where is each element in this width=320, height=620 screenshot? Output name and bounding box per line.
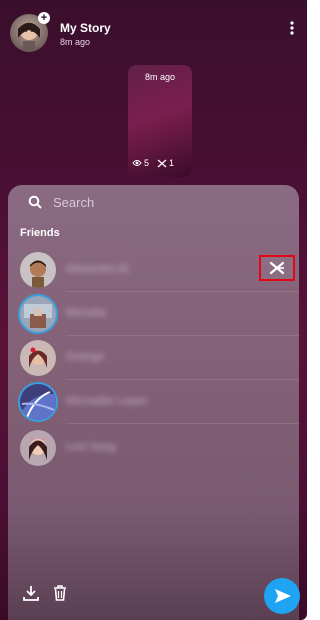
story-header: + My Story 8m ago xyxy=(0,0,307,60)
list-item[interactable]: Morrelia xyxy=(8,292,299,336)
story-time: 8m ago xyxy=(60,37,91,47)
friends-heading: Friends xyxy=(20,227,60,239)
list-item[interactable]: Alexandra M. xyxy=(8,248,299,292)
avatar xyxy=(20,252,56,288)
avatar xyxy=(20,430,56,466)
avatar xyxy=(20,296,56,332)
screenshots-count: 1 xyxy=(169,158,175,168)
list-item[interactable]: Rodrigo xyxy=(8,336,299,380)
send-arrow-icon xyxy=(275,589,291,603)
download-icon[interactable] xyxy=(22,584,40,602)
screenshot-icon xyxy=(157,159,167,167)
bottom-toolbar xyxy=(8,560,300,620)
divider xyxy=(66,423,299,424)
views-stat: 5 xyxy=(132,158,149,168)
friend-name: Morrelia xyxy=(66,307,106,319)
eye-icon xyxy=(132,160,142,166)
screenshot-indicator[interactable] xyxy=(259,255,295,281)
screenshot-icon xyxy=(269,261,285,275)
search-bar[interactable]: Search xyxy=(8,185,299,219)
list-item[interactable]: Mercedes Lopez xyxy=(8,380,299,424)
trash-icon[interactable] xyxy=(52,584,68,602)
story-viewer-screen: + My Story 8m ago 8m ago 5 1 Search Frie… xyxy=(0,0,311,620)
friend-name: Mercedes Lopez xyxy=(66,395,148,407)
avatar xyxy=(20,340,56,376)
search-icon xyxy=(28,195,42,209)
thumbnail-stats: 5 1 xyxy=(132,158,192,168)
send-button[interactable] xyxy=(264,578,300,614)
list-item[interactable]: Leni Sang xyxy=(8,426,299,470)
avatar xyxy=(20,384,56,420)
friend-name: Rodrigo xyxy=(66,351,105,363)
search-input[interactable]: Search xyxy=(53,195,94,210)
more-vertical-icon[interactable] xyxy=(286,20,298,36)
story-title: My Story xyxy=(60,21,111,35)
friend-name: Alexandra M. xyxy=(66,263,131,275)
friend-name: Leni Sang xyxy=(66,441,116,453)
add-story-badge[interactable]: + xyxy=(38,12,50,24)
screenshots-stat: 1 xyxy=(157,158,174,168)
thumbnail-time: 8m ago xyxy=(144,72,176,82)
views-count: 5 xyxy=(144,158,150,168)
